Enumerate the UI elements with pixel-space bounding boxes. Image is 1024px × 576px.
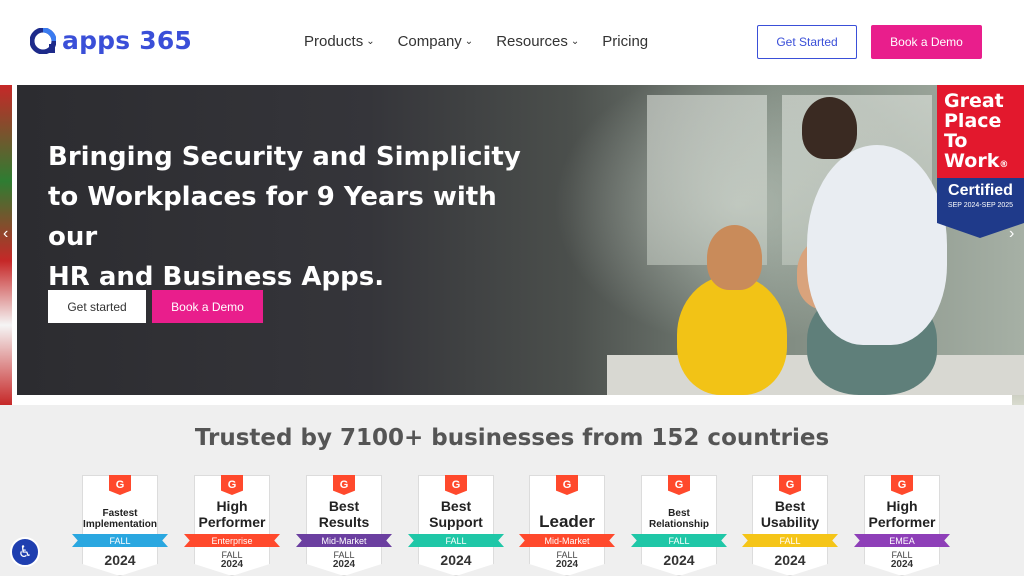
badge-title: Best (440, 498, 472, 514)
badge-title: Fastest (102, 508, 138, 519)
g2-badge: G Best Results Mid-Market FALL 2024 (296, 475, 392, 576)
hero-person-woman (677, 275, 787, 395)
badge-year: 2024 (332, 559, 356, 570)
badge-title: Best (668, 508, 690, 519)
site-header: apps 365 Products ⌄ Company ⌄ Resources … (0, 0, 1024, 85)
gptw-dates: SEP 2024-SEP 2025 (947, 202, 1014, 209)
badge-title: High (886, 498, 918, 514)
hero-book-demo-button[interactable]: Book a Demo (152, 290, 263, 323)
hero-person-woman-head (707, 225, 762, 290)
badge-ribbon: FALL (408, 534, 504, 547)
logo-text: apps 365 (62, 26, 193, 55)
hero-person-standing (807, 145, 947, 345)
badge-subtitle: Implementation (83, 519, 157, 530)
badge-subtitle: Usability (760, 514, 820, 530)
registered-icon: ® (999, 160, 1009, 170)
gptw-line: Work® (944, 151, 1024, 175)
g2-badge: G Best Support FALL 2024 (408, 475, 504, 576)
carousel-prev-slide-peek (0, 85, 12, 405)
nav-company-label: Company (397, 33, 462, 50)
badge-ribbon: Mid-Market (296, 534, 392, 547)
g2-badge: G Leader Mid-Market FALL 2024 (519, 475, 615, 576)
gptw-badge-point (937, 223, 1024, 238)
badge-subtitle: Relationship (648, 519, 709, 530)
g2-badge: G Best Relationship FALL 2024 (631, 475, 727, 576)
badge-title: Best (774, 498, 806, 514)
chevron-down-icon: ⌄ (464, 36, 474, 47)
chevron-down-icon: ⌄ (570, 36, 580, 47)
nav-products[interactable]: Products ⌄ (304, 33, 375, 50)
gptw-title: Great Place To Work® (937, 85, 1024, 178)
badge-subtitle: Support (429, 514, 483, 530)
badge-year: 2024 (890, 559, 914, 570)
logo-icon (30, 27, 56, 54)
nav-pricing[interactable]: Pricing (602, 33, 648, 50)
main-nav: Products ⌄ Company ⌄ Resources ⌄ Pricing (304, 33, 671, 50)
badge-year: 2024 (220, 559, 244, 570)
hero-title: Bringing Security and Simplicity to Work… (48, 137, 528, 297)
gptw-line-text: Work (944, 150, 1000, 172)
gptw-certified-label: Certified (948, 182, 1013, 199)
g2-badge: G Best Usability FALL 2024 (742, 475, 838, 576)
chevron-down-icon: ⌄ (366, 36, 375, 47)
get-started-button[interactable]: Get Started (757, 25, 857, 59)
nav-pricing-label: Pricing (602, 33, 649, 50)
trusted-title: Trusted by 7100+ businesses from 152 cou… (194, 425, 830, 451)
gptw-line: To (944, 130, 968, 152)
badge-year: 2024 (104, 552, 136, 568)
gptw-line: Place (944, 110, 1002, 132)
badge-ribbon: FALL (72, 534, 168, 547)
nav-products-label: Products (304, 33, 364, 50)
hero-title-line: Bringing Security and Simplicity (48, 142, 521, 172)
hero-title-line: to Workplaces for 9 Years with our (48, 182, 497, 252)
nav-resources[interactable]: Resources ⌄ (496, 33, 579, 50)
logo[interactable]: apps 365 (30, 26, 192, 55)
g2-badge: G Fastest Implementation FALL 2024 (72, 475, 168, 576)
badge-year: 2024 (440, 552, 472, 568)
badge-ribbon: Enterprise (184, 534, 280, 547)
badge-year: 2024 (663, 552, 695, 568)
hero-person-standing-head (802, 97, 857, 159)
chevron-left-icon[interactable]: ‹ (3, 225, 8, 243)
accessibility-icon[interactable]: ♿ (10, 537, 40, 567)
badge-year: 2024 (555, 559, 579, 570)
g2-badge: G High Performer EMEA FALL 2024 (854, 475, 950, 576)
badge-title: Best (328, 498, 360, 514)
gptw-certified: Certified SEP 2024-SEP 2025 (937, 178, 1024, 223)
badge-ribbon: FALL (742, 534, 838, 547)
badge-year: 2024 (774, 552, 806, 568)
book-demo-button[interactable]: Book a Demo (871, 25, 982, 59)
badge-subtitle: Performer (198, 514, 266, 530)
badge-ribbon: FALL (631, 534, 727, 547)
badge-ribbon: Mid-Market (519, 534, 615, 547)
badge-title: Leader (539, 512, 595, 531)
badge-subtitle: Performer (868, 514, 936, 530)
nav-company[interactable]: Company ⌄ (398, 33, 474, 50)
badge-ribbon: EMEA (854, 534, 950, 547)
great-place-to-work-badge: Great Place To Work® Certified SEP 2024-… (937, 85, 1024, 240)
nav-resources-label: Resources (496, 33, 568, 50)
gptw-line: Great (944, 90, 1004, 112)
badge-subtitle: Results (318, 514, 370, 530)
hero-get-started-button[interactable]: Get started (48, 290, 146, 323)
g2-badge: G High Performer Enterprise FALL 2024 (184, 475, 280, 576)
badge-title: High (216, 498, 248, 514)
